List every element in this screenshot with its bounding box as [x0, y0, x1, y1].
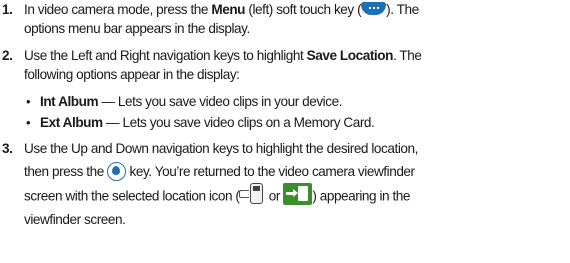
- step-number: 1.: [2, 2, 13, 17]
- text-run: (left) soft touch key (: [245, 2, 362, 17]
- menu-soft-key-icon: [361, 1, 387, 15]
- step-text: Use the Up and Down navigation keys to h…: [24, 139, 564, 229]
- bullet: •: [26, 115, 31, 130]
- step-line: then press the key. You’re returned to t…: [24, 161, 564, 182]
- option-text: Ext Album — Lets you save video clips on…: [40, 113, 568, 132]
- phone-screen-shape: [253, 185, 261, 191]
- memory-card-location-icon: [283, 182, 313, 205]
- option-text: Int Album — Lets you save video clips in…: [40, 92, 568, 111]
- option-name: Ext Album: [40, 115, 103, 130]
- step-line: In video camera mode, press the Menu (le…: [24, 0, 564, 19]
- text-run: key. You’re returned to the video camera…: [126, 164, 416, 179]
- step-number: 3.: [2, 141, 13, 156]
- text-run: Use the Left and Right navigation keys t…: [24, 48, 307, 63]
- card-shape: [298, 185, 309, 201]
- instruction-document: 1. In video camera mode, press the Menu …: [0, 0, 570, 263]
- arrow-shape: [286, 188, 299, 197]
- bullet: •: [26, 94, 31, 109]
- step-text: In video camera mode, press the Menu (le…: [24, 0, 564, 38]
- option-desc: — Lets you save video clips in your devi…: [98, 94, 343, 109]
- text-run: ). The: [386, 2, 419, 17]
- option-desc: — Lets you save video clips on a Memory …: [102, 115, 375, 130]
- save-location-label: Save Location: [306, 48, 394, 63]
- step-number: 2.: [2, 48, 13, 63]
- menu-key-label: Menu: [211, 2, 246, 17]
- arrow-shape: [239, 189, 250, 198]
- text-run: screen with the selected location icon (: [24, 188, 240, 204]
- text-run: then press the: [24, 164, 108, 179]
- text-run: . The: [392, 48, 422, 63]
- text-run: In video camera mode, press the: [24, 2, 212, 17]
- ok-key-icon: [107, 161, 127, 181]
- step-line: screen with the selected location icon (…: [24, 182, 564, 208]
- step-line: options menu bar appears in the display.: [24, 21, 250, 36]
- option-name: Int Album: [40, 94, 99, 109]
- step-line: viewfinder screen.: [24, 211, 126, 227]
- step-line: Use the Up and Down navigation keys to h…: [24, 141, 418, 156]
- text-run: ) appearing in the: [312, 188, 411, 204]
- step-line: Use the Left and Right navigation keys t…: [24, 46, 564, 65]
- step-text: Use the Left and Right navigation keys t…: [24, 46, 564, 84]
- text-run: or: [265, 188, 284, 204]
- phone-location-icon: [239, 182, 265, 205]
- step-line: following options appear in the display:: [24, 67, 240, 82]
